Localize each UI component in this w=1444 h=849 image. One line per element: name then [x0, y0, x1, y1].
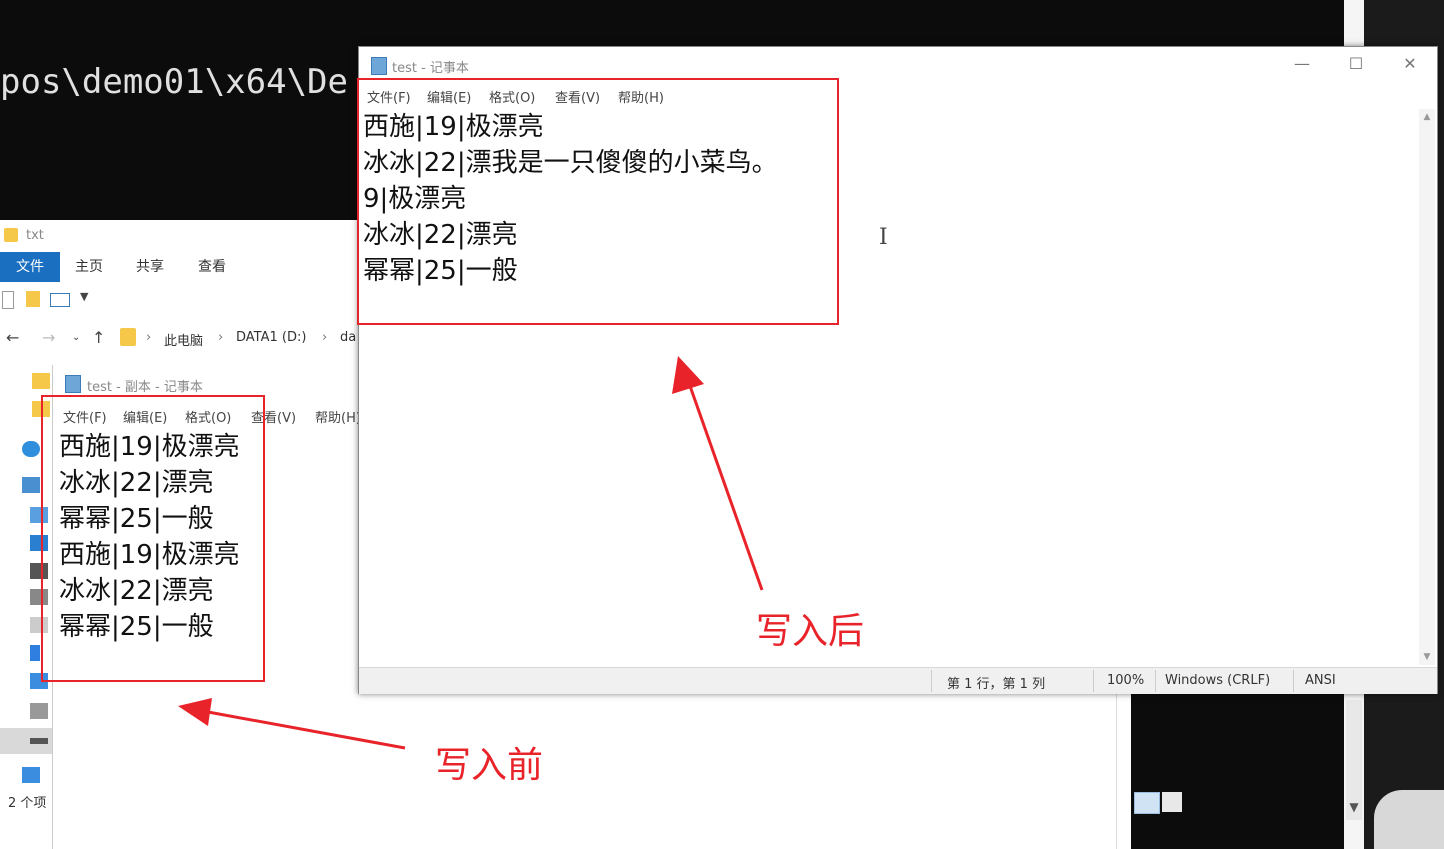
annotation-label-after: 写入后 — [756, 611, 865, 652]
annotation-label-before: 写入前 — [435, 745, 544, 786]
annotation-arrows — [178, 356, 764, 750]
arrow-to-before — [178, 698, 406, 750]
arrow-to-after — [672, 356, 764, 591]
